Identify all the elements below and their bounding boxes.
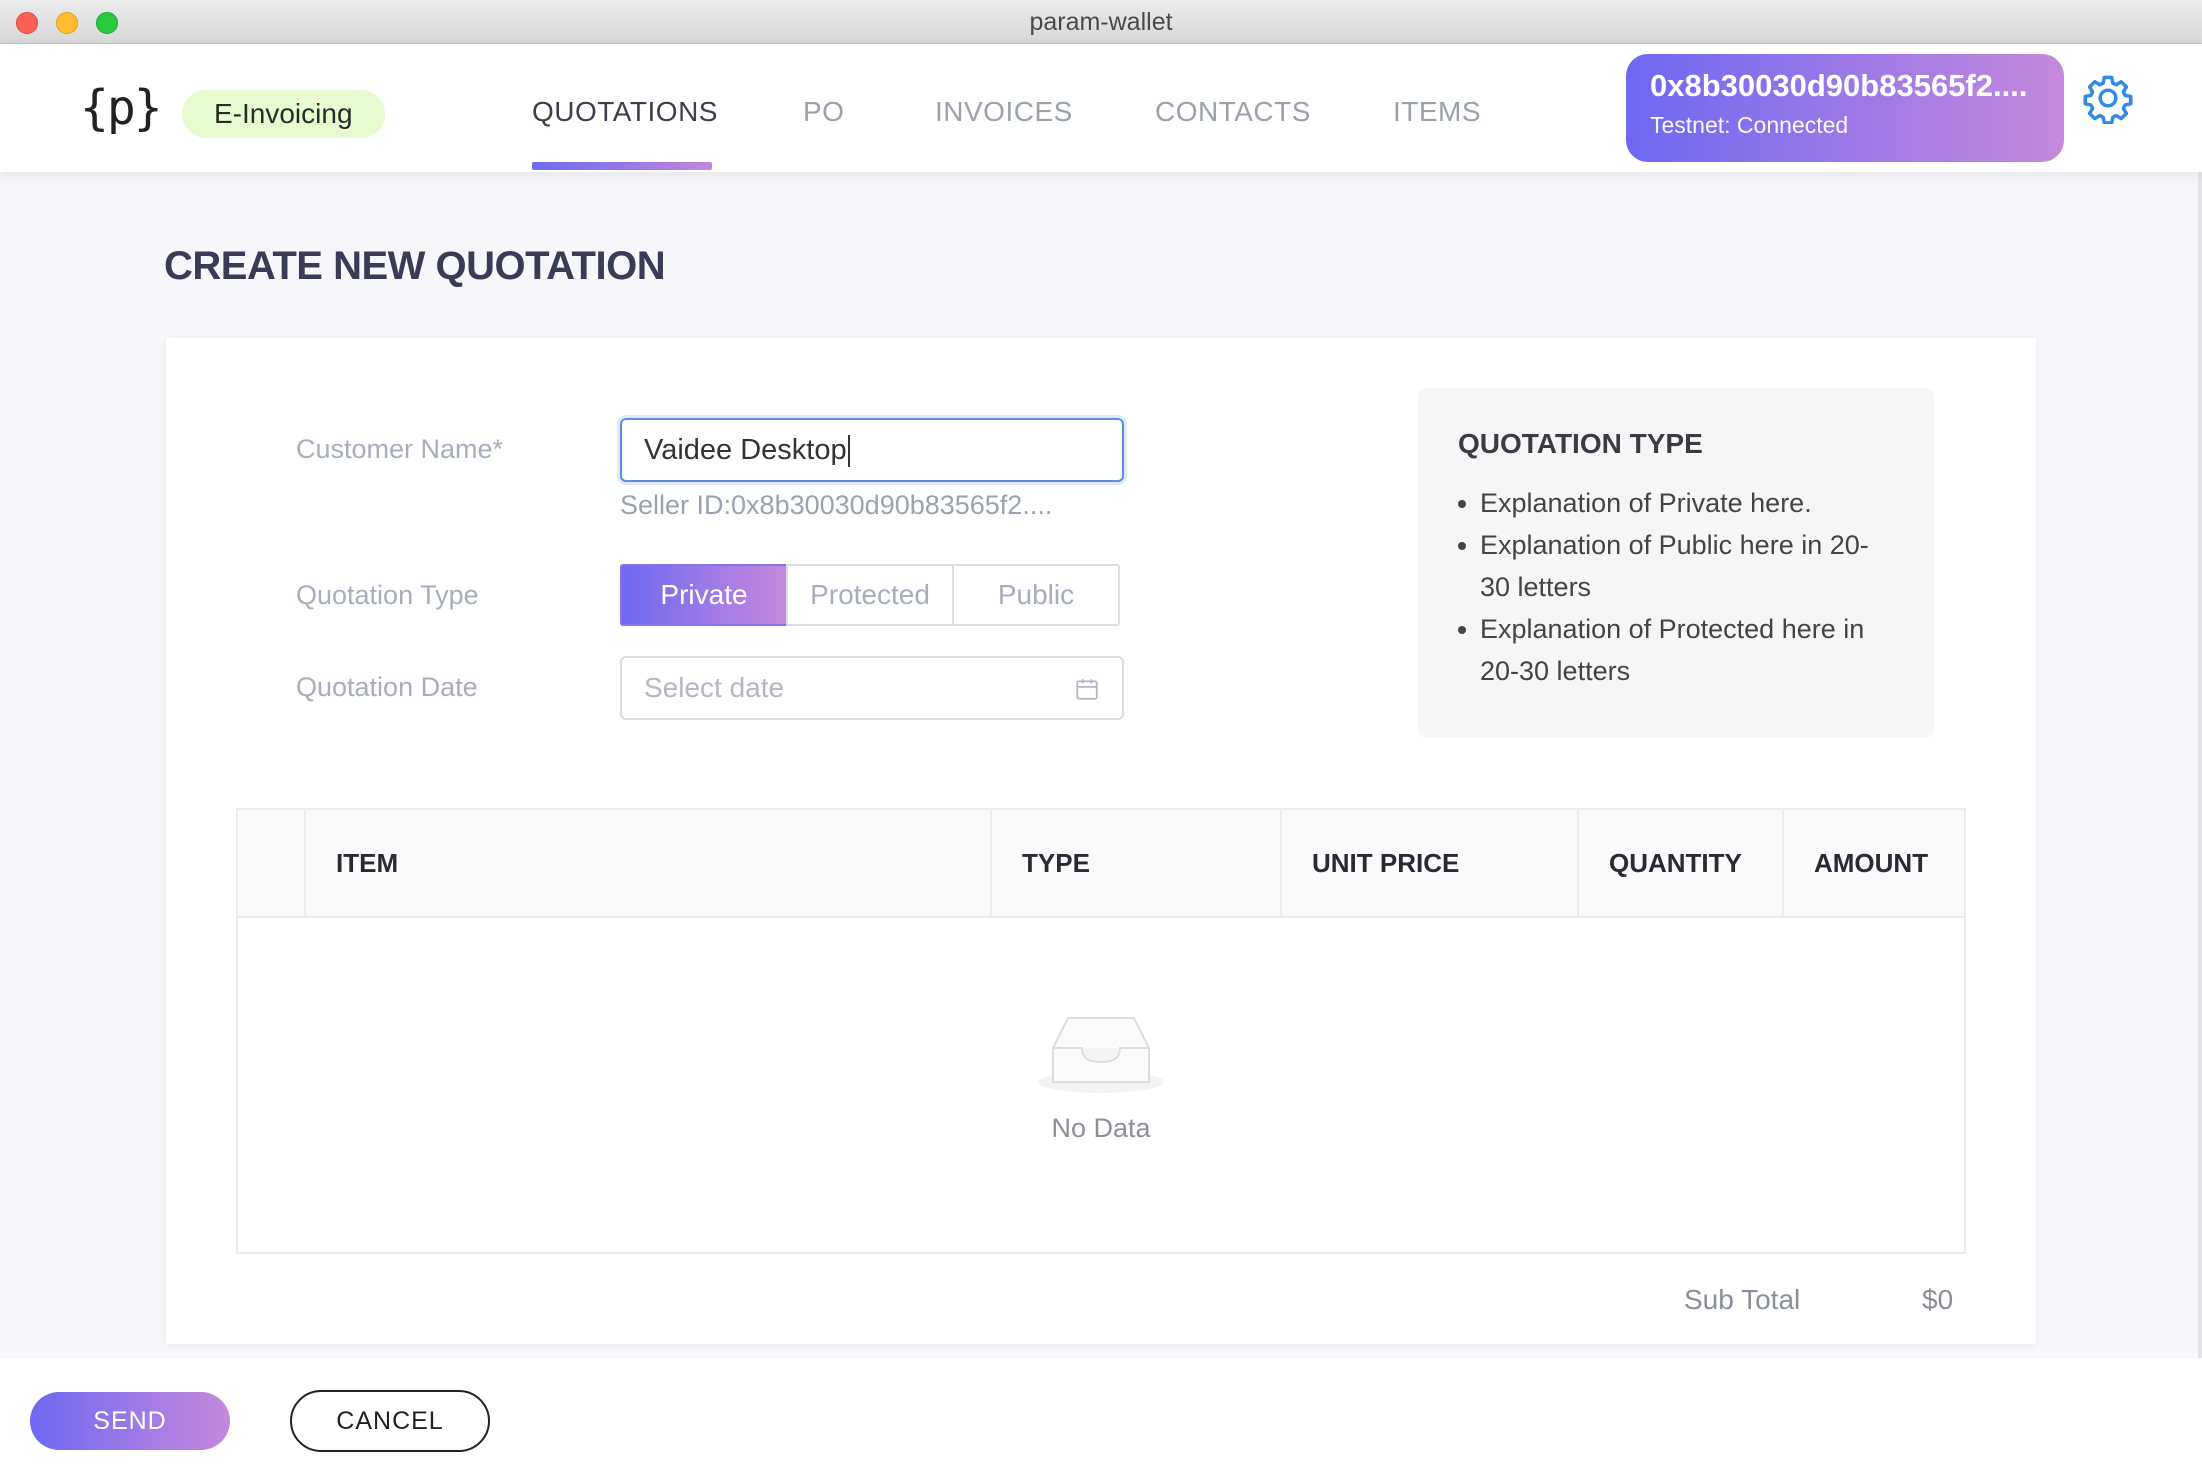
info-item-private: Explanation of Private here. — [1458, 482, 1898, 524]
empty-state: No Data — [238, 1010, 1964, 1144]
text-caret — [847, 435, 850, 468]
column-header-unit-price[interactable]: UNIT PRICE — [1280, 810, 1577, 916]
quotation-type-selector: Private Protected Public — [620, 564, 1120, 626]
column-header-quantity[interactable]: QUANTITY — [1577, 810, 1782, 916]
calendar-icon[interactable] — [1074, 676, 1100, 702]
active-tab-indicator — [532, 162, 712, 170]
send-button[interactable]: SEND — [30, 1392, 230, 1450]
page-title: CREATE NEW QUOTATION — [164, 244, 666, 288]
customer-name-value: Vaidee Desktop — [644, 434, 847, 466]
tab-quotations[interactable]: QUOTATIONS — [532, 96, 718, 128]
type-public-option[interactable]: Public — [952, 564, 1120, 626]
column-header-select — [238, 810, 304, 916]
type-private-option[interactable]: Private — [620, 564, 788, 626]
inbox-icon — [1038, 1017, 1164, 1093]
module-badge: E-Invoicing — [182, 90, 385, 138]
info-title: QUOTATION TYPE — [1458, 428, 1703, 459]
quotation-date-picker[interactable]: Select date — [620, 656, 1124, 720]
gear-icon[interactable] — [2082, 72, 2134, 124]
items-table: ITEM TYPE UNIT PRICE QUANTITY AMOUNT No … — [236, 808, 1966, 1254]
wallet-address: 0x8b30030d90b83565f2.... — [1650, 68, 2028, 103]
info-item-protected: Explanation of Protected here in 20-30 l… — [1458, 608, 1898, 692]
network-status: Testnet: Connected — [1650, 112, 1849, 138]
window-title: param-wallet — [1029, 8, 1173, 36]
wallet-button[interactable]: 0x8b30030d90b83565f2.... Testnet: Connec… — [1626, 54, 2064, 162]
quotation-type-info-panel: QUOTATION TYPE Explanation of Private he… — [1418, 388, 1934, 738]
subtotal-label: Sub Total — [1684, 1284, 1801, 1315]
quotation-type-label: Quotation Type — [296, 580, 479, 610]
action-footer: SEND CANCEL — [0, 1358, 2202, 1482]
quotation-date-label: Quotation Date — [296, 672, 478, 702]
tab-items[interactable]: ITEMS — [1393, 96, 1481, 128]
info-item-public: Explanation of Public here in 20-30 lett… — [1458, 524, 1898, 608]
column-header-type[interactable]: TYPE — [990, 810, 1280, 916]
seller-id: Seller ID:0x8b30030d90b83565f2.... — [620, 490, 1053, 520]
info-list: Explanation of Private here. Explanation… — [1458, 482, 1934, 692]
type-protected-option[interactable]: Protected — [786, 564, 954, 626]
quotation-form-card: Customer Name* Vaidee Desktop Seller ID:… — [166, 338, 2036, 1344]
tab-contacts[interactable]: CONTACTS — [1155, 96, 1311, 128]
app-logo[interactable]: {p} — [80, 84, 163, 132]
column-header-amount[interactable]: AMOUNT — [1782, 810, 1968, 916]
tab-po[interactable]: PO — [803, 96, 844, 128]
column-header-item[interactable]: ITEM — [304, 810, 990, 916]
cancel-button[interactable]: CANCEL — [290, 1390, 490, 1452]
tab-invoices[interactable]: INVOICES — [935, 96, 1073, 128]
app-header: {p} E-Invoicing QUOTATIONS PO INVOICES C… — [0, 44, 2202, 172]
customer-name-input[interactable]: Vaidee Desktop — [620, 418, 1124, 482]
date-placeholder: Select date — [644, 672, 785, 703]
table-header: ITEM TYPE UNIT PRICE QUANTITY AMOUNT — [238, 810, 1964, 918]
empty-text: No Data — [1051, 1113, 1151, 1143]
window-titlebar: param-wallet — [0, 0, 2202, 44]
subtotal-value: $0 — [1922, 1284, 1954, 1315]
customer-name-label: Customer Name* — [296, 434, 504, 464]
page-scrollbar[interactable] — [2198, 172, 2202, 1358]
